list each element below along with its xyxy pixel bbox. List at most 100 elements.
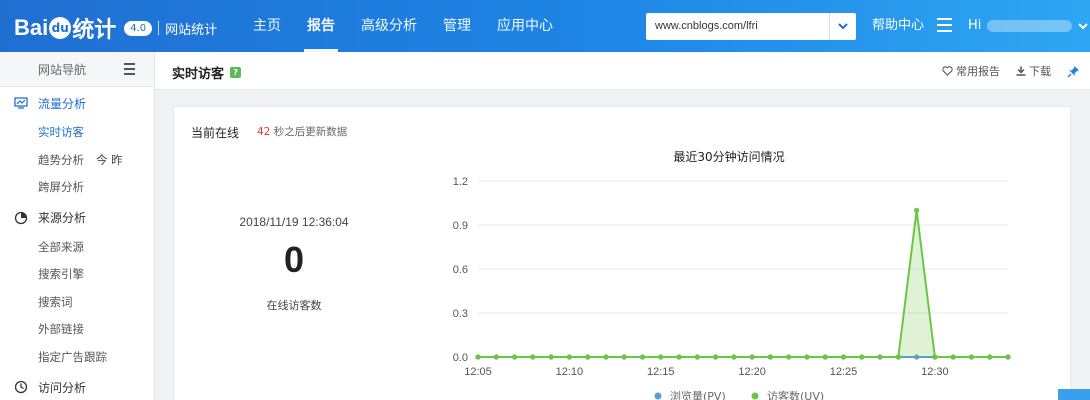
favorite-report-label: 常用报告	[956, 65, 1000, 78]
y-tick-label: 0.9	[453, 220, 468, 232]
chart-title: 最近30分钟访问情况	[673, 149, 784, 164]
sidebar-header: 网站导航	[0, 52, 154, 87]
nav-home[interactable]: 主页	[240, 0, 294, 52]
data-point	[914, 207, 920, 213]
data-point	[895, 354, 901, 360]
nav-reports[interactable]: 报告	[294, 0, 348, 52]
report-header: 实时访客 ? 常用报告 下载	[155, 52, 1090, 90]
sidebar-item-search-terms[interactable]: 搜索词	[0, 289, 154, 317]
data-point	[694, 354, 700, 360]
heart-icon	[942, 66, 953, 76]
x-tick-label: 12:25	[830, 366, 858, 378]
page-title: 实时访客 ?	[172, 63, 242, 82]
refresh-seconds: 42	[257, 126, 271, 138]
baidu-paw-icon: du	[49, 17, 72, 39]
favorite-report-button[interactable]: 常用报告	[942, 63, 1000, 79]
data-point	[877, 354, 883, 360]
sidebar-group-source[interactable]: 来源分析	[0, 202, 154, 234]
site-selector[interactable]: www.cnblogs.com/lfri	[646, 13, 856, 40]
data-point	[530, 354, 536, 360]
username-redacted	[987, 20, 1073, 32]
data-point	[950, 354, 956, 360]
download-label: 下载	[1029, 65, 1051, 78]
data-point	[585, 354, 591, 360]
data-point	[603, 354, 609, 360]
sidebar-item-cross-screen[interactable]: 跨屏分析	[0, 174, 154, 202]
online-title: 当前在线	[191, 126, 240, 140]
data-point	[786, 354, 792, 360]
nav-apps[interactable]: 应用中心	[484, 0, 566, 52]
legend-marker	[654, 392, 662, 400]
main-nav: 主页 报告 高级分析 管理 应用中心	[240, 0, 566, 52]
sidebar-title: 网站导航	[38, 62, 87, 77]
sidebar-item-search-engines[interactable]: 搜索引擎	[0, 261, 154, 289]
y-tick-label: 0.6	[453, 264, 468, 276]
monitor-icon	[14, 97, 28, 109]
download-icon	[1016, 66, 1026, 76]
legend-label: 浏览量(PV)	[670, 389, 726, 400]
nav-manage[interactable]: 管理	[430, 0, 484, 52]
sidebar-item-external-links[interactable]: 外部链接	[0, 316, 154, 344]
version-badge: 4.0	[124, 20, 153, 36]
legend-marker	[751, 392, 759, 400]
x-tick-label: 12:05	[464, 366, 492, 378]
data-point	[968, 354, 975, 360]
sidebar-group-traffic[interactable]: 流量分析	[0, 87, 154, 119]
sidebar-group-label: 访问分析	[38, 380, 87, 395]
sidebar-item-realtime[interactable]: 实时访客	[0, 119, 154, 147]
user-greeting: Hi	[968, 18, 982, 33]
trend-shortcuts[interactable]: 今 昨	[96, 153, 123, 167]
data-point	[621, 354, 627, 360]
chevron-down-icon[interactable]	[829, 13, 856, 40]
x-tick-label: 12:10	[556, 366, 584, 378]
sidebar-item-all-sources[interactable]: 全部来源	[0, 234, 154, 262]
sidebar-group-label: 流量分析	[38, 96, 87, 111]
sidebar-item-trend[interactable]: 趋势分析今 昨	[0, 147, 154, 175]
data-point	[1005, 354, 1011, 360]
site-selector-value: www.cnblogs.com/lfri	[655, 20, 758, 32]
clock-icon	[14, 380, 28, 394]
y-tick-label: 0.3	[453, 308, 468, 320]
data-point	[767, 354, 774, 360]
report-actions: 常用报告 下载	[942, 63, 1080, 79]
pin-button[interactable]	[1067, 65, 1080, 78]
baidu-tongji-logo[interactable]: Bai du 统计 4.0 网站统计	[14, 12, 217, 44]
data-point	[566, 354, 572, 360]
help-center-link[interactable]: 帮助中心	[872, 0, 924, 52]
list-menu-icon[interactable]	[937, 18, 952, 32]
logo-text-pre: Bai	[14, 15, 49, 40]
data-point	[712, 354, 719, 360]
sidebar-item-label: 趋势分析	[38, 152, 84, 167]
x-tick-label: 12:30	[921, 366, 949, 378]
logo-divider	[158, 21, 160, 35]
user-menu[interactable]: Hi	[968, 0, 1089, 52]
sidebar-item-ad-tracking[interactable]: 指定广告跟踪	[0, 344, 154, 372]
x-tick-label: 12:15	[647, 366, 675, 378]
sidebar-group-label: 来源分析	[38, 211, 87, 225]
download-button[interactable]: 下载	[1016, 63, 1051, 79]
floating-feedback-button[interactable]	[1058, 389, 1090, 400]
logo-subtitle: 网站统计	[165, 22, 218, 38]
data-point	[658, 354, 664, 360]
legend-label: 访客数(UV)	[767, 389, 824, 400]
page-title-text: 实时访客	[172, 67, 225, 82]
pin-icon	[1067, 65, 1079, 78]
data-point	[749, 354, 755, 360]
data-point	[639, 354, 646, 360]
pie-icon	[14, 211, 28, 224]
top-bar: Bai du 统计 4.0 网站统计 主页 报告 高级分析 管理 应用中心 ww…	[0, 0, 1090, 52]
help-icon[interactable]: ?	[230, 67, 242, 78]
nav-advanced[interactable]: 高级分析	[348, 0, 430, 52]
data-point	[822, 354, 828, 360]
refresh-text: 秒之后更新数据	[270, 126, 348, 138]
collapse-sidebar-icon[interactable]	[124, 63, 138, 75]
data-point	[987, 354, 993, 360]
sidebar-group-visits[interactable]: 访问分析	[0, 371, 154, 400]
data-point	[548, 354, 554, 360]
visits-chart-svg: 最近30分钟访问情况 0.0 0.3 0.6 0.9 1.2 12:05 12:10 12:15…	[453, 149, 1011, 400]
visits-chart: 最近30分钟访问情况 0.0 0.3 0.6 0.9 1.2 12:05 12:10 12:15…	[173, 140, 1071, 400]
x-tick-label: 12:20	[738, 366, 766, 378]
series-area	[478, 210, 1008, 357]
data-point	[804, 354, 810, 360]
data-point	[932, 354, 938, 360]
